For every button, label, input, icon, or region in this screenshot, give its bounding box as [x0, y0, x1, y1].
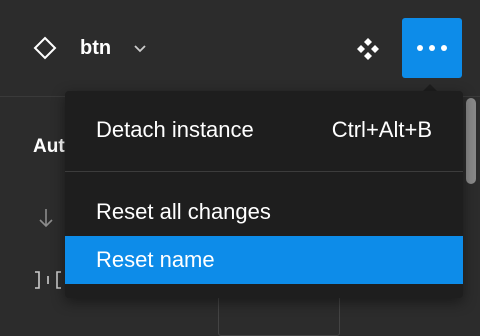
menu-item-reset-all-changes[interactable]: Reset all changes: [65, 188, 463, 236]
menu-item-label: Reset all changes: [96, 199, 271, 224]
menu-item-label: Detach instance: [96, 117, 254, 142]
arrow-down-icon[interactable]: [36, 206, 56, 230]
component-name[interactable]: btn: [80, 35, 111, 61]
menu-item-detach-instance[interactable]: Detach instance Ctrl+Alt+B: [65, 106, 463, 154]
inspector-header: btn: [0, 0, 480, 97]
instance-diamond-icon: [33, 36, 57, 60]
components-icon[interactable]: [355, 36, 381, 62]
menu-item-reset-name[interactable]: Reset name: [65, 236, 463, 284]
spacing-between-icon[interactable]: [33, 268, 63, 292]
more-dots-icon: [417, 45, 447, 51]
menu-item-shortcut: Ctrl+Alt+B: [331, 117, 432, 142]
instance-options-menu: Detach instance Ctrl+Alt+B Reset all cha…: [65, 91, 463, 298]
spacing-input-field[interactable]: [218, 296, 340, 336]
auto-layout-heading: Aut: [33, 136, 65, 157]
more-options-button[interactable]: [402, 18, 462, 78]
chevron-down-icon[interactable]: [131, 40, 149, 58]
menu-item-label: Reset name: [96, 247, 215, 272]
menu-separator: [65, 171, 463, 172]
scrollbar-thumb[interactable]: [466, 98, 476, 184]
